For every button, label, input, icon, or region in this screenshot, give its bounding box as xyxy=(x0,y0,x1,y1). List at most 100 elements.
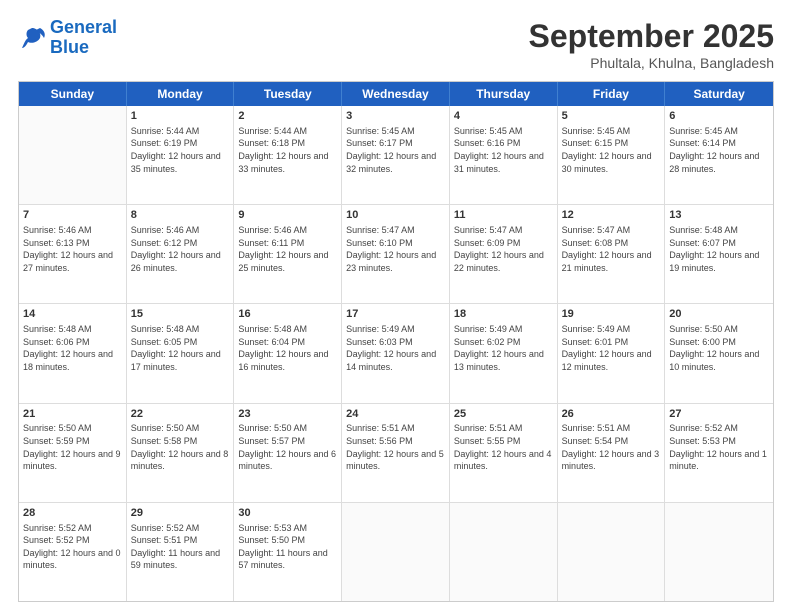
month-title: September 2025 xyxy=(529,18,774,55)
cell-info: Sunrise: 5:52 AMSunset: 5:51 PMDaylight:… xyxy=(131,522,230,572)
day-number: 14 xyxy=(23,307,122,322)
cell-info: Sunrise: 5:45 AMSunset: 6:16 PMDaylight:… xyxy=(454,125,553,175)
calendar-cell: 14Sunrise: 5:48 AMSunset: 6:06 PMDayligh… xyxy=(19,304,127,402)
calendar: SundayMondayTuesdayWednesdayThursdayFrid… xyxy=(18,81,774,602)
calendar-cell: 20Sunrise: 5:50 AMSunset: 6:00 PMDayligh… xyxy=(665,304,773,402)
calendar-cell: 12Sunrise: 5:47 AMSunset: 6:08 PMDayligh… xyxy=(558,205,666,303)
calendar-cell: 23Sunrise: 5:50 AMSunset: 5:57 PMDayligh… xyxy=(234,404,342,502)
weekday-header: Friday xyxy=(558,82,666,106)
calendar-cell: 29Sunrise: 5:52 AMSunset: 5:51 PMDayligh… xyxy=(127,503,235,601)
calendar-cell: 19Sunrise: 5:49 AMSunset: 6:01 PMDayligh… xyxy=(558,304,666,402)
cell-info: Sunrise: 5:50 AMSunset: 5:57 PMDaylight:… xyxy=(238,422,337,472)
day-number: 28 xyxy=(23,506,122,521)
calendar-cell: 5Sunrise: 5:45 AMSunset: 6:15 PMDaylight… xyxy=(558,106,666,204)
calendar-cell xyxy=(342,503,450,601)
calendar-cell: 6Sunrise: 5:45 AMSunset: 6:14 PMDaylight… xyxy=(665,106,773,204)
calendar-row: 1Sunrise: 5:44 AMSunset: 6:19 PMDaylight… xyxy=(19,106,773,205)
calendar-cell: 4Sunrise: 5:45 AMSunset: 6:16 PMDaylight… xyxy=(450,106,558,204)
calendar-cell: 8Sunrise: 5:46 AMSunset: 6:12 PMDaylight… xyxy=(127,205,235,303)
day-number: 13 xyxy=(669,208,769,223)
calendar-cell: 18Sunrise: 5:49 AMSunset: 6:02 PMDayligh… xyxy=(450,304,558,402)
header: General Blue September 2025 Phultala, Kh… xyxy=(18,18,774,71)
cell-info: Sunrise: 5:47 AMSunset: 6:09 PMDaylight:… xyxy=(454,224,553,274)
cell-info: Sunrise: 5:51 AMSunset: 5:55 PMDaylight:… xyxy=(454,422,553,472)
cell-info: Sunrise: 5:48 AMSunset: 6:06 PMDaylight:… xyxy=(23,323,122,373)
calendar-cell xyxy=(450,503,558,601)
cell-info: Sunrise: 5:52 AMSunset: 5:53 PMDaylight:… xyxy=(669,422,769,472)
logo-icon xyxy=(18,24,46,52)
cell-info: Sunrise: 5:49 AMSunset: 6:01 PMDaylight:… xyxy=(562,323,661,373)
page: General Blue September 2025 Phultala, Kh… xyxy=(0,0,792,612)
cell-info: Sunrise: 5:46 AMSunset: 6:11 PMDaylight:… xyxy=(238,224,337,274)
day-number: 17 xyxy=(346,307,445,322)
day-number: 25 xyxy=(454,407,553,422)
cell-info: Sunrise: 5:51 AMSunset: 5:54 PMDaylight:… xyxy=(562,422,661,472)
day-number: 23 xyxy=(238,407,337,422)
calendar-cell: 9Sunrise: 5:46 AMSunset: 6:11 PMDaylight… xyxy=(234,205,342,303)
calendar-cell: 22Sunrise: 5:50 AMSunset: 5:58 PMDayligh… xyxy=(127,404,235,502)
calendar-cell: 1Sunrise: 5:44 AMSunset: 6:19 PMDaylight… xyxy=(127,106,235,204)
cell-info: Sunrise: 5:48 AMSunset: 6:04 PMDaylight:… xyxy=(238,323,337,373)
cell-info: Sunrise: 5:49 AMSunset: 6:02 PMDaylight:… xyxy=(454,323,553,373)
calendar-cell: 24Sunrise: 5:51 AMSunset: 5:56 PMDayligh… xyxy=(342,404,450,502)
title-area: September 2025 Phultala, Khulna, Banglad… xyxy=(529,18,774,71)
day-number: 19 xyxy=(562,307,661,322)
weekday-header: Saturday xyxy=(665,82,773,106)
calendar-cell: 11Sunrise: 5:47 AMSunset: 6:09 PMDayligh… xyxy=(450,205,558,303)
location: Phultala, Khulna, Bangladesh xyxy=(529,55,774,71)
day-number: 24 xyxy=(346,407,445,422)
calendar-cell xyxy=(558,503,666,601)
day-number: 26 xyxy=(562,407,661,422)
weekday-header: Monday xyxy=(127,82,235,106)
weekday-header: Sunday xyxy=(19,82,127,106)
cell-info: Sunrise: 5:47 AMSunset: 6:10 PMDaylight:… xyxy=(346,224,445,274)
cell-info: Sunrise: 5:48 AMSunset: 6:07 PMDaylight:… xyxy=(669,224,769,274)
cell-info: Sunrise: 5:50 AMSunset: 5:58 PMDaylight:… xyxy=(131,422,230,472)
day-number: 18 xyxy=(454,307,553,322)
calendar-cell: 28Sunrise: 5:52 AMSunset: 5:52 PMDayligh… xyxy=(19,503,127,601)
calendar-row: 21Sunrise: 5:50 AMSunset: 5:59 PMDayligh… xyxy=(19,404,773,503)
cell-info: Sunrise: 5:53 AMSunset: 5:50 PMDaylight:… xyxy=(238,522,337,572)
day-number: 20 xyxy=(669,307,769,322)
logo-text: General Blue xyxy=(50,18,117,58)
day-number: 11 xyxy=(454,208,553,223)
cell-info: Sunrise: 5:44 AMSunset: 6:18 PMDaylight:… xyxy=(238,125,337,175)
calendar-cell: 30Sunrise: 5:53 AMSunset: 5:50 PMDayligh… xyxy=(234,503,342,601)
logo: General Blue xyxy=(18,18,117,58)
cell-info: Sunrise: 5:46 AMSunset: 6:12 PMDaylight:… xyxy=(131,224,230,274)
day-number: 1 xyxy=(131,109,230,124)
weekday-header: Thursday xyxy=(450,82,558,106)
day-number: 16 xyxy=(238,307,337,322)
day-number: 2 xyxy=(238,109,337,124)
day-number: 9 xyxy=(238,208,337,223)
day-number: 21 xyxy=(23,407,122,422)
day-number: 30 xyxy=(238,506,337,521)
cell-info: Sunrise: 5:51 AMSunset: 5:56 PMDaylight:… xyxy=(346,422,445,472)
calendar-cell xyxy=(19,106,127,204)
day-number: 22 xyxy=(131,407,230,422)
calendar-cell: 3Sunrise: 5:45 AMSunset: 6:17 PMDaylight… xyxy=(342,106,450,204)
calendar-cell: 27Sunrise: 5:52 AMSunset: 5:53 PMDayligh… xyxy=(665,404,773,502)
logo-line1: General xyxy=(50,17,117,37)
calendar-row: 14Sunrise: 5:48 AMSunset: 6:06 PMDayligh… xyxy=(19,304,773,403)
calendar-cell: 21Sunrise: 5:50 AMSunset: 5:59 PMDayligh… xyxy=(19,404,127,502)
cell-info: Sunrise: 5:45 AMSunset: 6:15 PMDaylight:… xyxy=(562,125,661,175)
day-number: 8 xyxy=(131,208,230,223)
calendar-cell: 17Sunrise: 5:49 AMSunset: 6:03 PMDayligh… xyxy=(342,304,450,402)
cell-info: Sunrise: 5:44 AMSunset: 6:19 PMDaylight:… xyxy=(131,125,230,175)
cell-info: Sunrise: 5:47 AMSunset: 6:08 PMDaylight:… xyxy=(562,224,661,274)
cell-info: Sunrise: 5:48 AMSunset: 6:05 PMDaylight:… xyxy=(131,323,230,373)
cell-info: Sunrise: 5:50 AMSunset: 5:59 PMDaylight:… xyxy=(23,422,122,472)
calendar-header: SundayMondayTuesdayWednesdayThursdayFrid… xyxy=(19,82,773,106)
calendar-cell: 25Sunrise: 5:51 AMSunset: 5:55 PMDayligh… xyxy=(450,404,558,502)
calendar-cell: 7Sunrise: 5:46 AMSunset: 6:13 PMDaylight… xyxy=(19,205,127,303)
cell-info: Sunrise: 5:52 AMSunset: 5:52 PMDaylight:… xyxy=(23,522,122,572)
day-number: 27 xyxy=(669,407,769,422)
day-number: 3 xyxy=(346,109,445,124)
cell-info: Sunrise: 5:46 AMSunset: 6:13 PMDaylight:… xyxy=(23,224,122,274)
day-number: 7 xyxy=(23,208,122,223)
day-number: 12 xyxy=(562,208,661,223)
day-number: 29 xyxy=(131,506,230,521)
calendar-cell: 15Sunrise: 5:48 AMSunset: 6:05 PMDayligh… xyxy=(127,304,235,402)
weekday-header: Tuesday xyxy=(234,82,342,106)
